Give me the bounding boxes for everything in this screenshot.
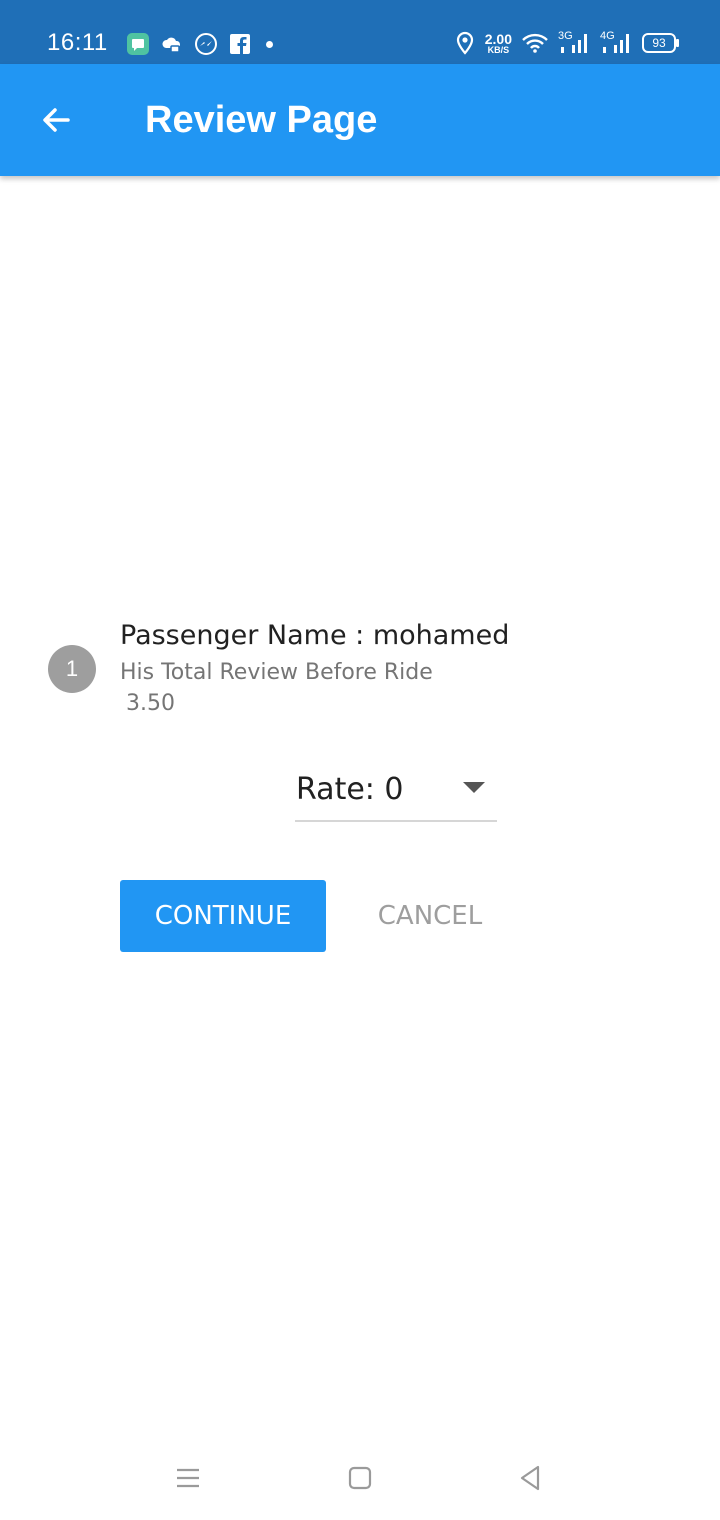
arrow-left-icon bbox=[43, 108, 70, 132]
status-time: 16:11 bbox=[47, 29, 108, 56]
wifi-icon bbox=[520, 31, 550, 55]
status-right: 2.00 KB/S 3G 4G 93 bbox=[453, 28, 679, 58]
system-nav-bar bbox=[0, 1436, 720, 1520]
home-button[interactable] bbox=[342, 1460, 378, 1496]
network-speed-unit: KB/S bbox=[487, 44, 510, 55]
app-bar: Review Page bbox=[0, 64, 720, 176]
cancel-button[interactable]: CANCEL bbox=[350, 880, 510, 952]
status-bar: 16:11 2.00 KB/S 3G 4G 93 bbox=[0, 0, 720, 64]
rate-selected-value: Rate: 0 bbox=[296, 772, 404, 807]
messenger-icon bbox=[194, 32, 218, 56]
messages-icon bbox=[126, 32, 150, 56]
continue-button[interactable]: CONTINUE bbox=[120, 880, 326, 952]
passenger-name: Passenger Name : mohamed bbox=[120, 620, 510, 651]
location-icon bbox=[453, 31, 477, 55]
network-speed-value: 2.00 bbox=[484, 30, 512, 47]
home-icon bbox=[348, 1466, 372, 1490]
back-triangle-icon bbox=[520, 1465, 540, 1491]
passenger-avatar: 1 bbox=[48, 645, 96, 693]
cloud-icon bbox=[160, 32, 184, 56]
recent-apps-button[interactable] bbox=[170, 1460, 206, 1496]
dropdown-arrow-icon bbox=[463, 782, 485, 793]
passenger-index: 1 bbox=[65, 656, 79, 681]
signal-4g: 4G bbox=[600, 30, 634, 56]
menu-icon bbox=[177, 1468, 199, 1488]
back-button[interactable] bbox=[30, 94, 82, 146]
network-speed: 2.00 KB/S bbox=[485, 32, 512, 55]
review-label: His Total Review Before Ride bbox=[120, 660, 433, 685]
signal-3g: 3G bbox=[558, 30, 592, 56]
battery-level: 93 bbox=[652, 36, 666, 50]
nav-back-button[interactable] bbox=[512, 1460, 548, 1496]
notification-icons bbox=[126, 32, 273, 56]
battery-icon: 93 bbox=[642, 33, 679, 53]
rate-dropdown[interactable]: Rate: 0 bbox=[295, 762, 497, 822]
facebook-icon bbox=[228, 32, 252, 56]
page-title: Review Page bbox=[145, 99, 378, 141]
review-value: 3.50 bbox=[126, 691, 175, 716]
dot-icon bbox=[266, 40, 273, 48]
